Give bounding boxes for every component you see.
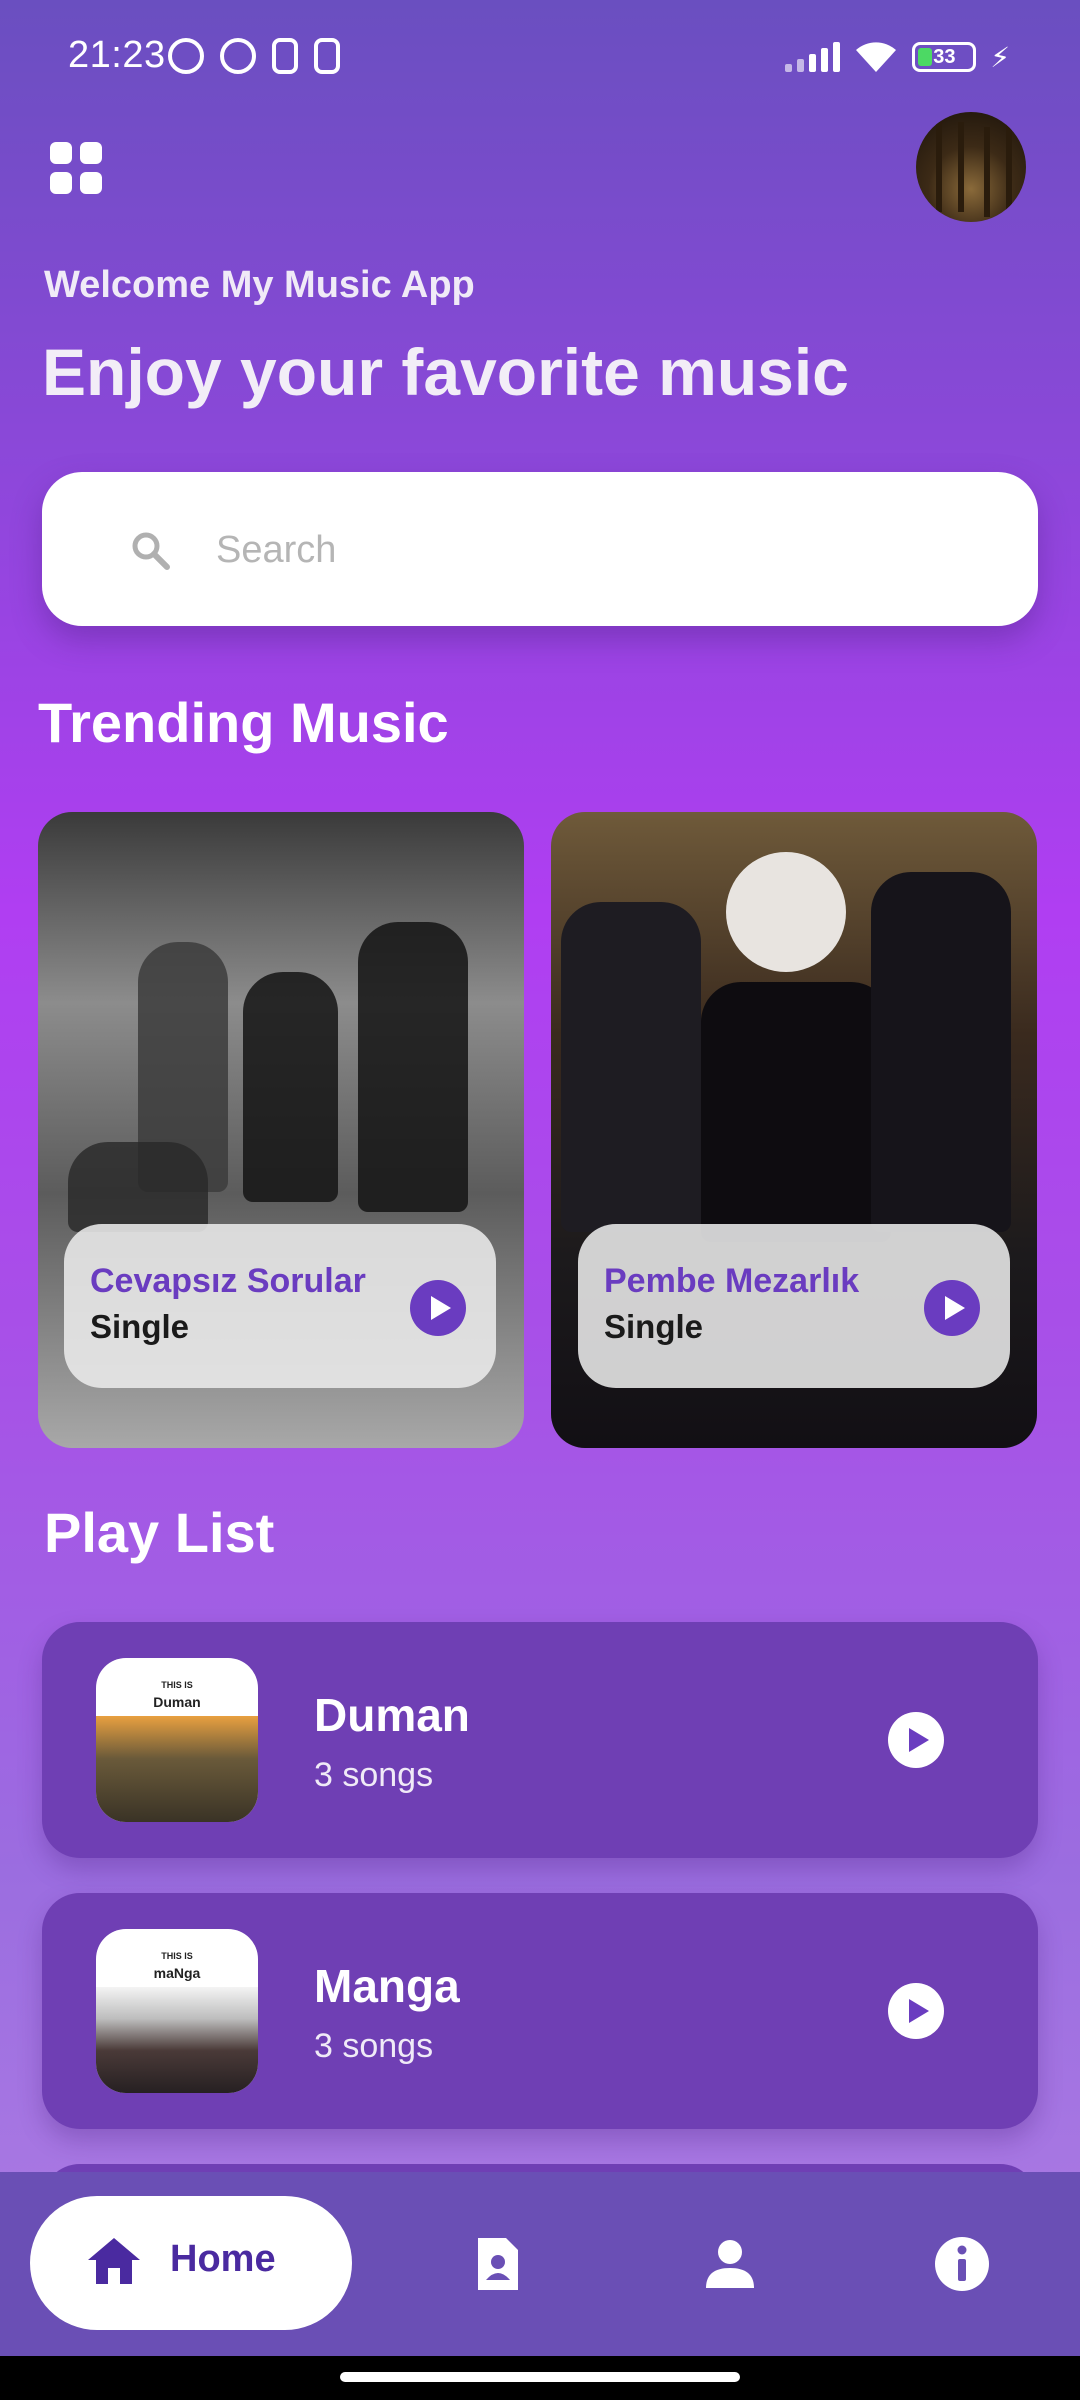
app-notification-icon bbox=[272, 38, 298, 74]
home-icon bbox=[88, 2238, 140, 2284]
system-icons: 33 ⚡ bbox=[785, 40, 1010, 74]
trending-card[interactable]: Cevapsız Sorular Single bbox=[38, 812, 524, 1448]
battery-icon: 33 bbox=[912, 42, 977, 72]
cover-caption: maNga bbox=[153, 1965, 201, 1981]
search-input[interactable] bbox=[216, 522, 976, 578]
cover-caption-top: THIS IS bbox=[161, 1951, 193, 1961]
search-icon bbox=[132, 532, 170, 570]
play-icon[interactable] bbox=[888, 1712, 944, 1768]
signal-icon bbox=[785, 42, 841, 72]
person-icon[interactable] bbox=[700, 2234, 760, 2294]
welcome-text: Welcome My Music App bbox=[44, 264, 475, 306]
status-bar: 21:23 33 ⚡ bbox=[0, 0, 1080, 120]
page-title: Enjoy your favorite music bbox=[42, 335, 849, 409]
trending-card-title: Cevapsız Sorular bbox=[90, 1262, 366, 1300]
cover-caption-top: THIS IS bbox=[161, 1680, 193, 1690]
playlist-count: 3 songs bbox=[314, 1756, 434, 1794]
playlist-cover: THIS IS Duman bbox=[96, 1658, 258, 1822]
trending-title: Trending Music bbox=[38, 691, 449, 754]
info-icon[interactable] bbox=[932, 2234, 992, 2294]
alarm-icon bbox=[168, 38, 204, 74]
charging-icon: ⚡ bbox=[990, 41, 1010, 73]
home-indicator[interactable] bbox=[340, 2372, 740, 2382]
play-icon[interactable] bbox=[924, 1280, 980, 1336]
trending-card-info: Pembe Mezarlık Single bbox=[578, 1224, 1010, 1388]
notification-icons bbox=[168, 38, 340, 74]
playlist-item[interactable]: THIS IS maNga Manga 3 songs bbox=[42, 1893, 1038, 2129]
trending-card-subtitle: Single bbox=[90, 1308, 190, 1345]
menu-grid-icon[interactable] bbox=[50, 142, 102, 194]
playlist-name: Duman bbox=[314, 1689, 470, 1741]
bottom-nav: Home bbox=[0, 2172, 1080, 2356]
play-icon[interactable] bbox=[888, 1983, 944, 2039]
trending-card-title: Pembe Mezarlık bbox=[604, 1262, 860, 1300]
search-bar[interactable] bbox=[42, 472, 1038, 626]
whatsapp-icon bbox=[220, 38, 256, 74]
battery-level: 33 bbox=[933, 45, 956, 68]
cover-caption: Duman bbox=[153, 1694, 201, 1710]
trending-card[interactable]: Pembe Mezarlık Single bbox=[551, 812, 1037, 1448]
playlist-cover: THIS IS maNga bbox=[96, 1929, 258, 2093]
trending-card-info: Cevapsız Sorular Single bbox=[64, 1224, 496, 1388]
contact-document-icon[interactable] bbox=[468, 2234, 528, 2294]
wifi-icon bbox=[856, 42, 897, 72]
playlist-title: Play List bbox=[44, 1501, 275, 1564]
playlist-item[interactable]: THIS IS Duman Duman 3 songs bbox=[42, 1622, 1038, 1858]
nav-home-button[interactable]: Home bbox=[30, 2196, 352, 2330]
status-time: 21:23 bbox=[68, 34, 166, 76]
avatar[interactable] bbox=[916, 112, 1026, 222]
playlist-count: 3 songs bbox=[314, 2027, 434, 2065]
play-icon[interactable] bbox=[410, 1280, 466, 1336]
nav-home-label: Home bbox=[170, 2238, 276, 2280]
playlist-name: Manga bbox=[314, 1960, 460, 2012]
app-notification-icon bbox=[314, 38, 340, 74]
trending-card-subtitle: Single bbox=[604, 1308, 704, 1345]
